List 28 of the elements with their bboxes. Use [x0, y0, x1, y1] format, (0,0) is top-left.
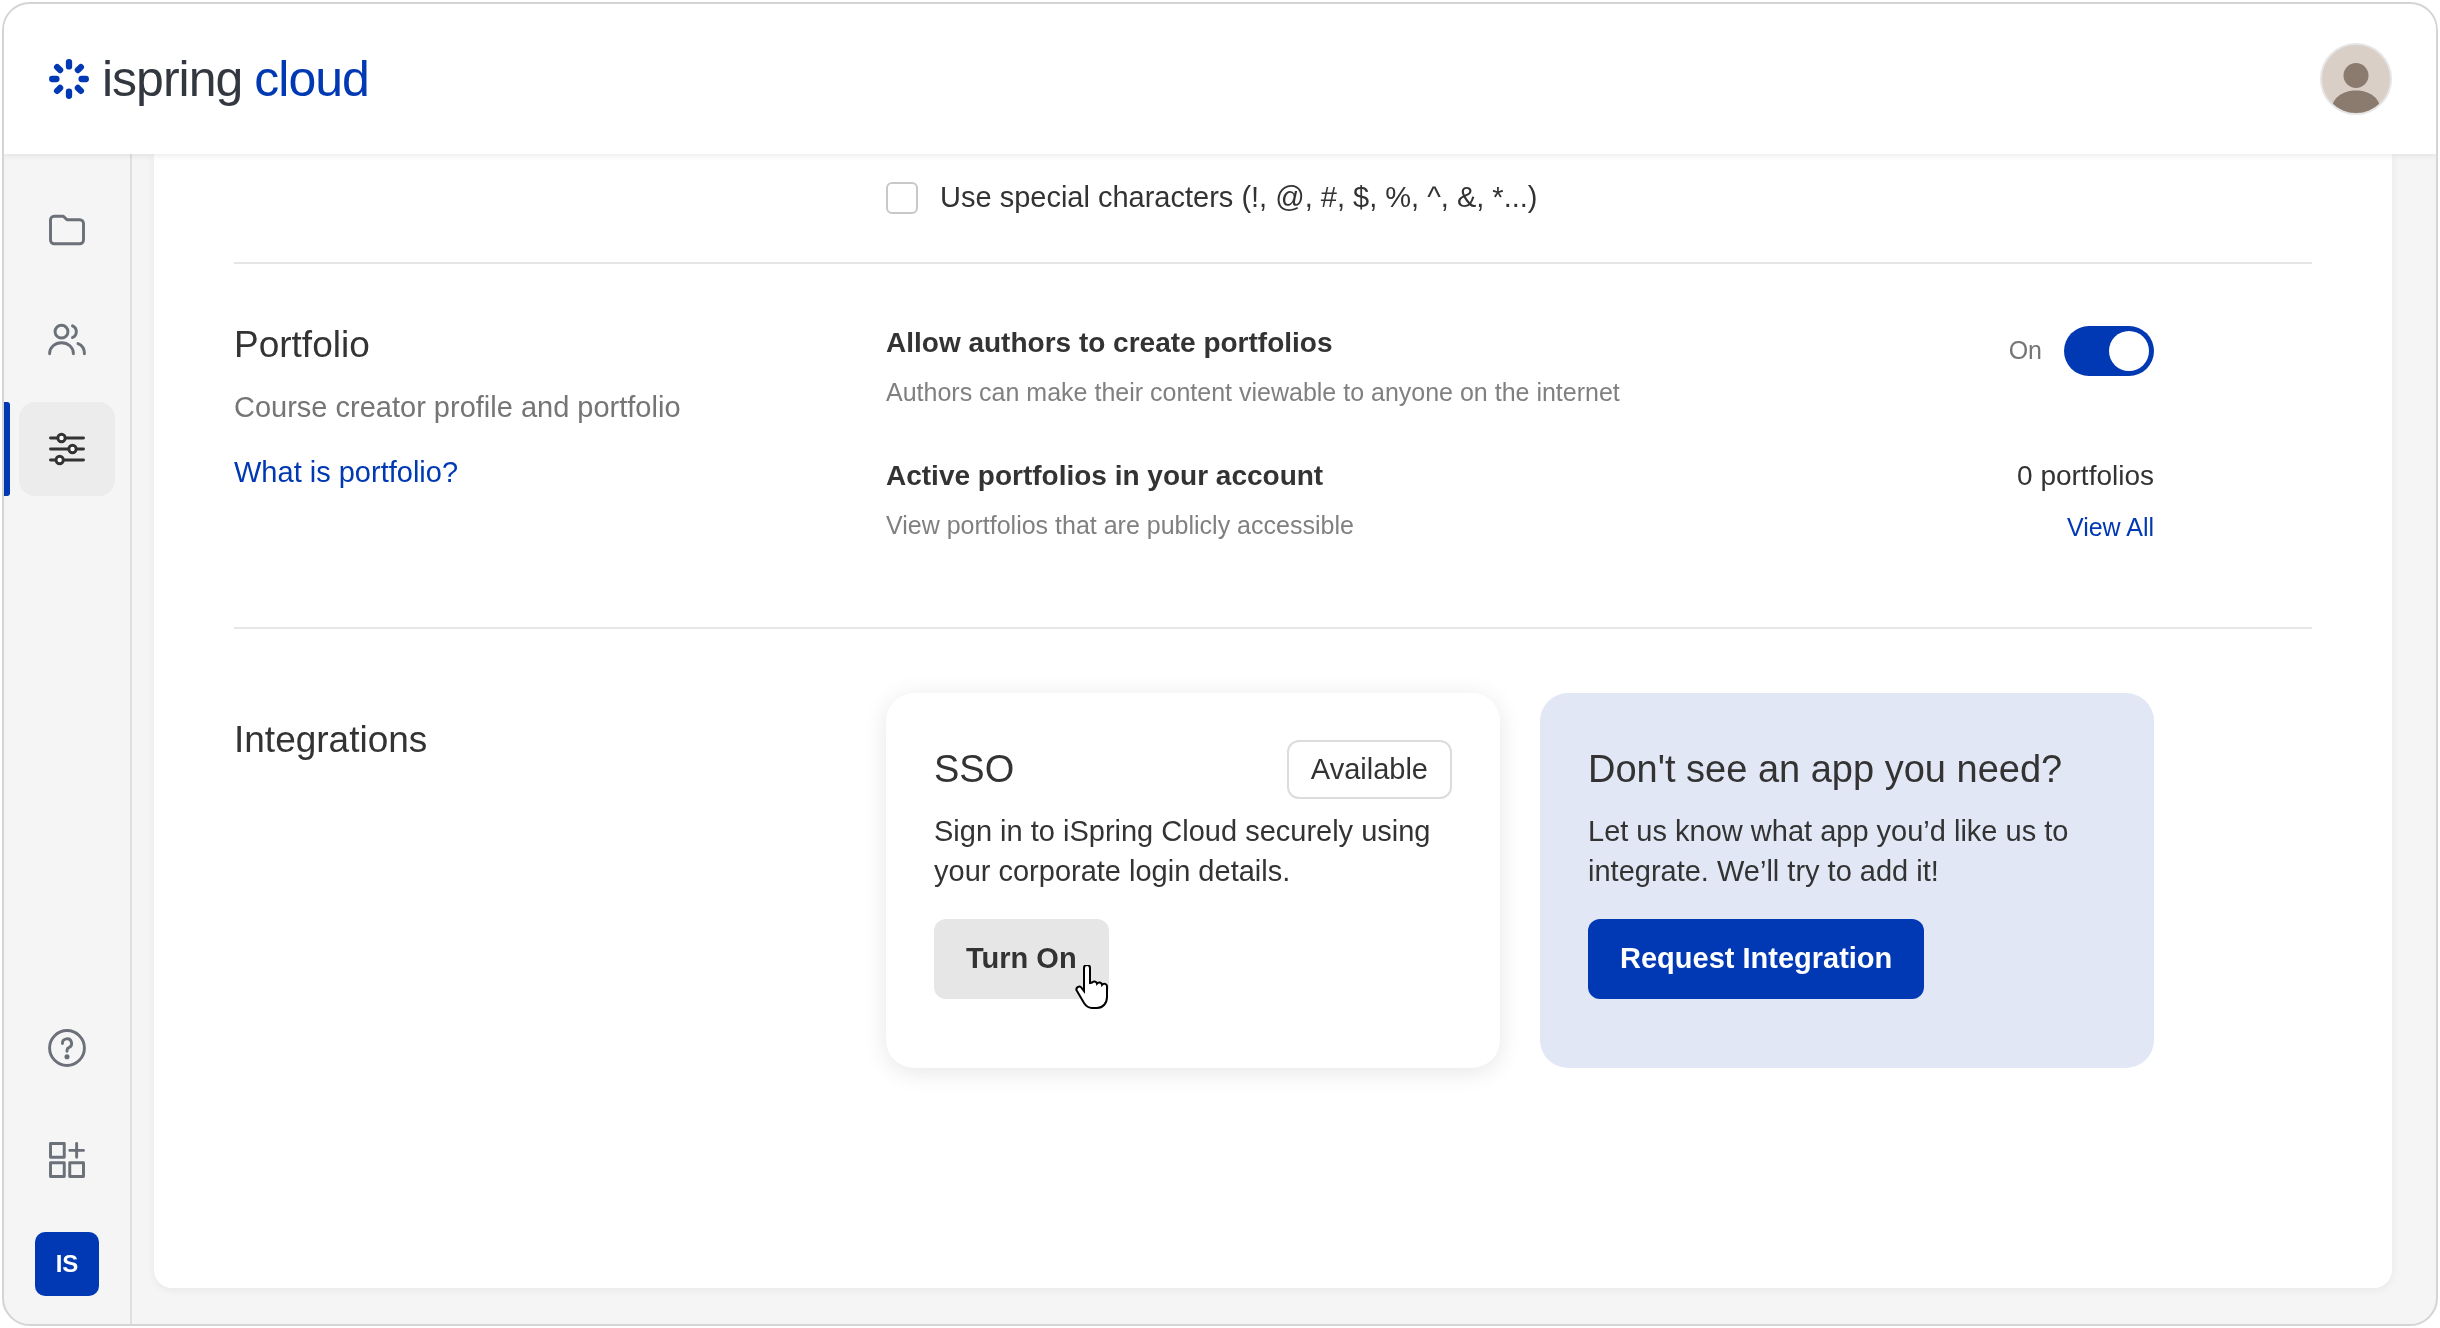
request-integration-button[interactable]: Request Integration: [1588, 918, 1925, 999]
setting-title: Allow authors to create portfolios: [886, 325, 1334, 360]
card-title: SSO: [934, 747, 1015, 792]
view-all-link[interactable]: View All: [2066, 509, 2154, 547]
setting-title: Active portfolios in your account: [886, 459, 1325, 493]
turn-on-button[interactable]: Turn On: [934, 918, 1109, 999]
help-link[interactable]: What is portfolio?: [234, 451, 459, 495]
logo-icon: [48, 58, 90, 100]
checkbox[interactable]: [886, 181, 918, 214]
status-badge: Available: [1286, 739, 1452, 800]
help-icon: [45, 1026, 89, 1070]
portfolio-count: 0 portfolios: [2017, 459, 2154, 493]
card-description: Let us know what app you’d like us to integrate. We’ll try to add it!: [1588, 813, 2070, 889]
logo-text: cloud: [254, 54, 369, 104]
section-title: Integrations: [234, 717, 429, 762]
logo-text: ispring: [102, 54, 243, 104]
checkbox-label: Use special characters (!, @, #, $, %, ^, &, *...): [940, 180, 1538, 215]
toggle-switch[interactable]: [2064, 325, 2154, 376]
account-button[interactable]: IS: [35, 1232, 99, 1296]
sidebar-item[interactable]: [19, 402, 115, 496]
section-title: Portfolio: [234, 322, 371, 367]
card-title: Don't see an app you need?: [1588, 747, 2063, 792]
pointer-cursor-icon: [1074, 964, 1108, 1009]
toggle-label: On: [2008, 334, 2042, 366]
card-description: Sign in to iSpring Cloud securely using your corporate login details.: [934, 813, 1432, 889]
setting-description: Authors can make their content viewable to anyone on the internet: [886, 376, 1620, 408]
setting-description: View portfolios that are publicly accessible: [886, 510, 1354, 541]
section-subtitle: Course creator profile and portfolio: [234, 389, 682, 425]
